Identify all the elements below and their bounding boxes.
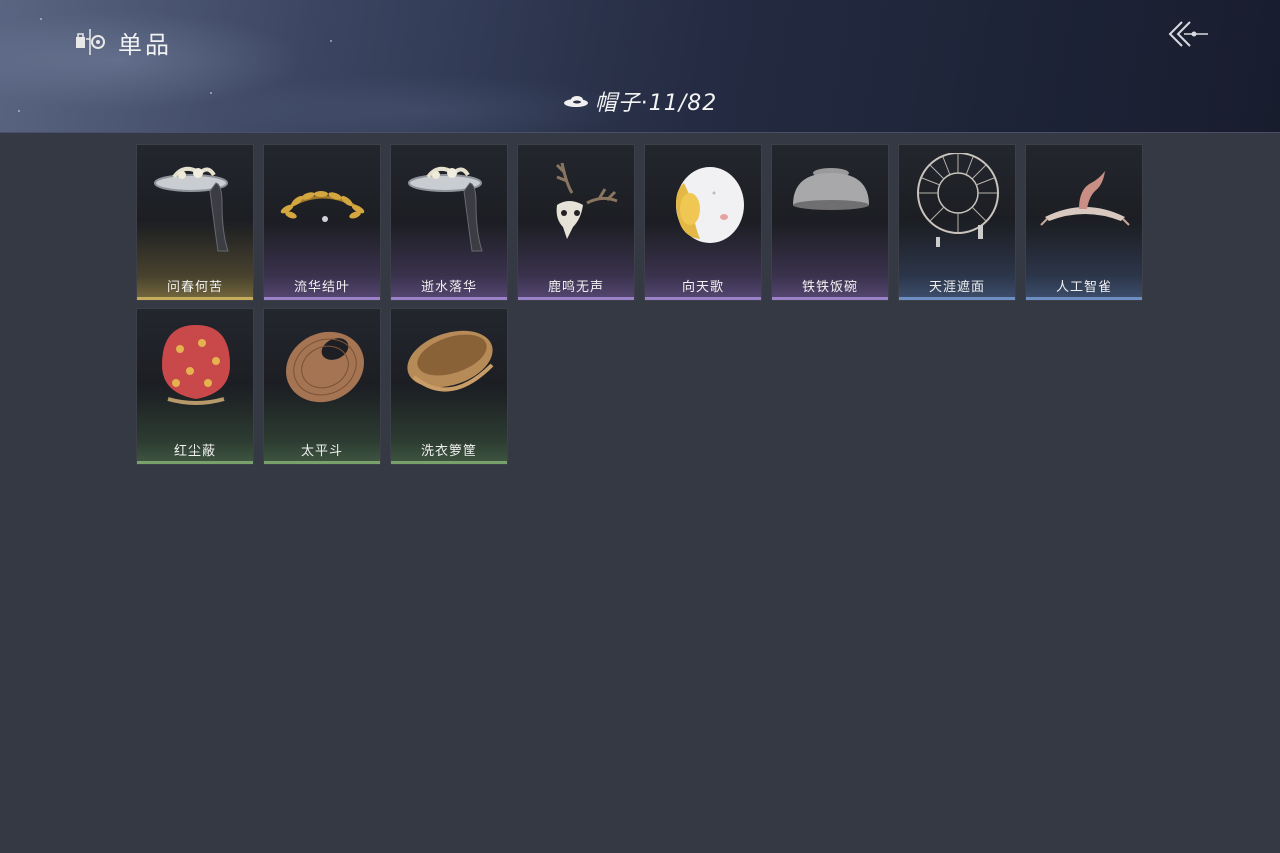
item-name: 红尘蔽 [173,444,216,459]
page-title-group: 单品 [74,24,172,60]
wheel-hat-icon [917,153,999,247]
rarity-bar [137,461,253,464]
item-name: 铁铁饭碗 [801,280,858,295]
item-name: 太平斗 [300,444,343,459]
item-card[interactable]: 流华结叶 [263,144,381,301]
category-separator: · [640,91,649,116]
item-name: 洗衣箩筐 [420,444,477,459]
item-name: 鹿鸣无声 [547,280,604,295]
rarity-bar [899,297,1015,300]
item-name: 逝水落华 [420,280,477,295]
rarity-bar [264,461,380,464]
wardrobe-icon [76,29,105,55]
rarity-bar [137,297,253,300]
star-decoration [40,18,42,20]
star-decoration [330,40,332,42]
item-card[interactable]: 铁铁饭碗 [771,144,889,301]
rarity-bar [391,461,507,464]
item-card[interactable]: 太平斗 [263,308,381,465]
item-card[interactable]: 洗衣箩筐 [390,308,508,465]
page-title: 单品 [118,30,172,59]
item-name: 向天歌 [681,280,724,295]
item-card[interactable]: 人工智雀 [1025,144,1143,301]
back-arrow-icon [1168,21,1208,47]
item-name: 人工智雀 [1055,280,1112,295]
rarity-bar [772,297,888,300]
item-name: 问春何苦 [166,280,223,295]
item-card[interactable]: 向天歌 [644,144,762,301]
header: 单品 帽子·11/82 [0,0,1280,133]
item-card[interactable]: 红尘蔽 [136,308,254,465]
category-name: 帽子 [594,91,641,116]
item-card[interactable]: 天涯遮面 [898,144,1016,301]
golden-leaf-crown-icon [280,191,365,222]
item-name: 天涯遮面 [928,280,985,295]
rarity-bar [518,297,634,300]
wicker-hat-icon [286,331,364,403]
veiled-hat-icon [154,166,229,252]
bird-hat-icon [1040,171,1130,226]
duck-hood-icon [676,167,744,243]
item-card[interactable]: 鹿鸣无声 [517,144,635,301]
item-card[interactable]: 问春何苦 [136,144,254,301]
category-count: 11/82 [648,91,718,116]
rarity-bar [645,297,761,300]
rarity-bar [1026,297,1142,300]
item-grid: 问春何苦 流华结叶 逝水落华 鹿鸣无声 向天歌 铁铁饭碗 天涯遮面 人工智雀红尘蔽 太平斗 洗衣箩… [136,144,1143,465]
iron-bowl-icon [793,168,869,210]
rarity-bar [264,297,380,300]
item-card[interactable]: 逝水落华 [390,144,508,301]
veiled-hat-icon [408,166,483,252]
item-name: 流华结叶 [293,280,350,295]
category-label: 帽子·11/82 [595,85,717,117]
basket-icon [407,330,494,392]
category-header: 帽子·11/82 [0,86,1280,116]
back-button[interactable] [1164,16,1212,56]
hat-icon [563,96,588,107]
rarity-bar [391,297,507,300]
red-hood-icon [162,325,230,405]
deer-skull-icon [555,162,618,239]
